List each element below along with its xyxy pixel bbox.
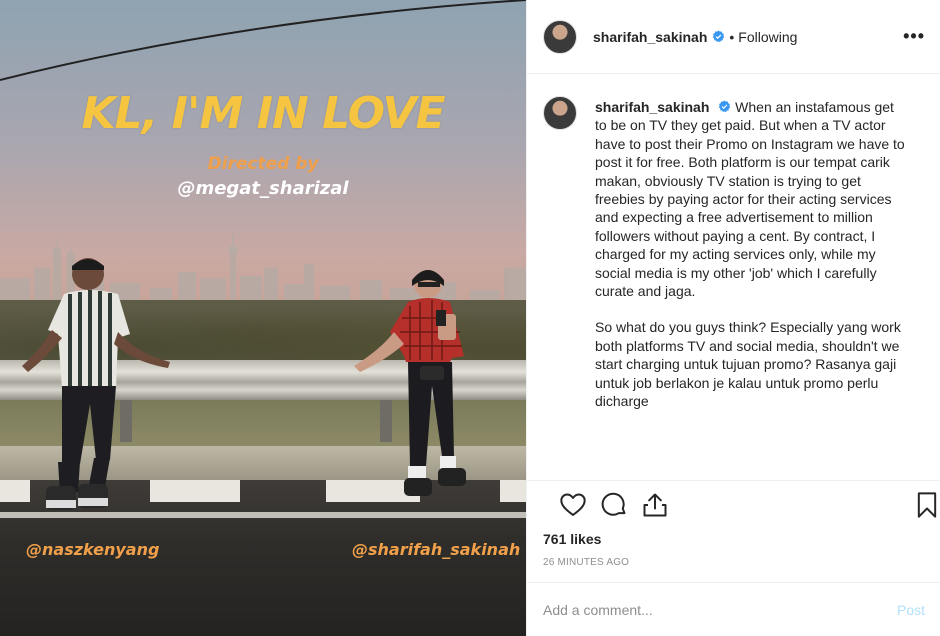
avatar[interactable] [543,19,577,54]
caption-paragraph: sharifah_sakinah When an instafamous get… [595,98,905,300]
caption-area[interactable]: sharifah_sakinah When an instafamous get… [527,74,940,480]
likes-count[interactable]: 761 likes [543,531,925,547]
post-timestamp[interactable]: 26 MINUTES AGO [543,557,925,568]
caption-text: sharifah_sakinah When an instafamous get… [595,98,905,429]
photo-tag-left: @naszkenyang [26,540,160,559]
post-header: sharifah_sakinah • Following ••• [527,0,940,74]
verified-badge-icon [719,100,731,113]
instagram-post: KL, I'M IN LOVE Directed by @megat_shari… [0,0,940,636]
power-line [0,0,526,81]
action-icons [543,481,937,533]
header-separator: • [729,28,735,45]
more-options-icon[interactable]: ••• [903,26,925,47]
comment-input[interactable]: Add a comment... [543,602,897,618]
photo-directed-by: Directed by [207,154,319,174]
photo-title: KL, I'M IN LOVE [81,88,445,139]
caption-paragraph-1: When an instafamous get to be on TV they… [595,99,905,300]
post-side-panel: sharifah_sakinah • Following ••• sharifa… [526,0,940,636]
photo-tag-right: @sharifah_sakinah [352,540,521,559]
comment-bar: Add a comment... Post [527,582,940,636]
post-comment-button[interactable]: Post [897,602,925,618]
caption-username[interactable]: sharifah_sakinah [595,99,709,115]
photo-director-tag: @megat_sharizal [177,178,349,199]
verified-badge-icon [713,30,725,43]
post-actions: 761 likes 26 MINUTES AGO [527,480,940,580]
share-icon[interactable] [641,491,669,519]
person-left [22,258,170,510]
bookmark-icon[interactable] [913,491,940,519]
caption-row: sharifah_sakinah When an instafamous get… [543,96,925,429]
comment-icon[interactable] [600,491,628,519]
heart-icon[interactable] [559,491,587,519]
person-right [354,270,466,496]
curb-stripe [500,480,526,502]
header-username[interactable]: sharifah_sakinah [593,29,707,45]
caption-paragraph-2: So what do you guys think? Especially ya… [595,319,901,410]
avatar[interactable] [543,96,577,130]
following-button[interactable]: Following [738,29,797,45]
post-photo[interactable]: KL, I'M IN LOVE Directed by @megat_shari… [0,0,526,636]
